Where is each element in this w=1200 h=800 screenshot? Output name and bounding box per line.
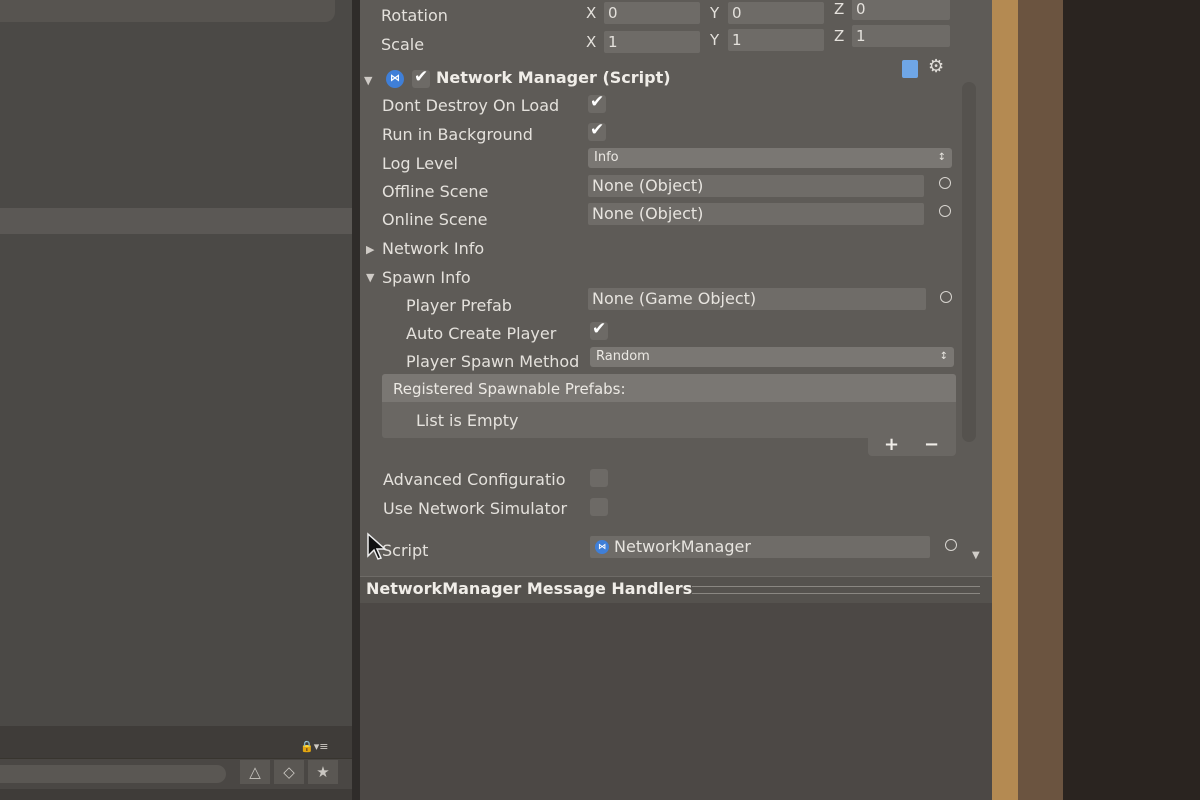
network-manager-icon: ⋈ <box>386 70 404 88</box>
rotation-y-axis-label[interactable]: Y <box>710 4 719 22</box>
spawn-info-foldout-icon[interactable]: ▼ <box>366 271 374 284</box>
filter-by-type-icon[interactable]: △ <box>240 760 270 784</box>
scene-view-edge <box>992 0 1018 800</box>
network-simulator-label: Use Network Simulator <box>383 499 568 518</box>
spawn-info-label[interactable]: Spawn Info <box>382 268 471 287</box>
log-level-value: Info <box>594 150 619 165</box>
run-background-checkbox[interactable] <box>588 120 606 141</box>
scale-y-axis-label[interactable]: Y <box>710 31 719 49</box>
dropdown-arrow-icon: ↕ <box>937 152 946 163</box>
auto-create-label: Auto Create Player <box>406 324 557 343</box>
help-book-icon[interactable] <box>902 60 918 78</box>
rotation-x-field[interactable]: 0 <box>604 2 700 24</box>
online-scene-field[interactable]: None (Object) <box>588 203 924 225</box>
dont-destroy-label: Dont Destroy On Load <box>382 96 560 115</box>
rotation-z-axis-label[interactable]: Z <box>834 0 844 18</box>
dont-destroy-checkbox[interactable] <box>588 92 606 113</box>
favorites-star-icon[interactable]: ★ <box>308 760 338 784</box>
lock-menu-icon[interactable]: 🔒▾≡ <box>300 740 328 753</box>
inspector-empty-area <box>360 600 992 800</box>
inspector-scrollbar[interactable] <box>962 82 976 442</box>
log-level-label: Log Level <box>382 154 458 173</box>
component-enabled-checkbox[interactable] <box>412 67 430 88</box>
spawn-method-value: Random <box>596 349 650 364</box>
list-empty-text: List is Empty <box>416 411 519 430</box>
rotation-y-field[interactable]: 0 <box>728 2 824 24</box>
scale-z-axis-label[interactable]: Z <box>834 27 844 45</box>
message-handlers-title: NetworkManager Message Handlers <box>366 579 693 598</box>
list-footer <box>868 434 956 456</box>
object-picker-icon[interactable] <box>940 291 952 303</box>
offline-scene-field[interactable]: None (Object) <box>588 175 924 197</box>
scale-y-field[interactable]: 1 <box>728 29 824 51</box>
object-picker-icon[interactable] <box>939 177 951 189</box>
panel-divider[interactable] <box>352 0 360 800</box>
component-title: Network Manager (Script) <box>436 68 671 87</box>
script-label: Script <box>382 541 429 560</box>
auto-create-checkbox[interactable] <box>590 319 608 340</box>
hierarchy-selected-row[interactable] <box>0 208 352 234</box>
script-field[interactable]: NetworkManager <box>590 536 930 558</box>
script-file-icon: ⋈ <box>595 540 609 554</box>
gear-icon[interactable]: ⚙ <box>928 56 944 77</box>
dropdown-arrow-icon: ↕ <box>939 351 948 362</box>
scale-x-field[interactable]: 1 <box>604 31 700 53</box>
background-wall <box>1063 0 1200 800</box>
player-prefab-label: Player Prefab <box>406 296 512 315</box>
network-simulator-checkbox[interactable] <box>590 498 608 516</box>
object-picker-icon[interactable] <box>939 205 951 217</box>
log-level-dropdown[interactable]: Info ↕ <box>588 148 952 168</box>
online-scene-label: Online Scene <box>382 210 488 229</box>
scroll-down-arrow-icon[interactable]: ▼ <box>972 550 980 561</box>
scale-x-axis-label[interactable]: X <box>586 33 596 51</box>
component-foldout-icon[interactable]: ▼ <box>364 74 372 87</box>
advanced-config-label: Advanced Configuratio <box>383 470 566 489</box>
filter-by-label-icon[interactable]: ◇ <box>274 760 304 784</box>
offline-scene-label: Offline Scene <box>382 182 489 201</box>
rotation-x-axis-label[interactable]: X <box>586 4 596 22</box>
mouse-cursor-icon <box>367 532 387 560</box>
hierarchy-search-bar[interactable] <box>0 0 335 22</box>
section-divider-line <box>692 586 980 594</box>
remove-element-button[interactable]: − <box>924 434 939 455</box>
advanced-config-checkbox[interactable] <box>590 469 608 487</box>
hierarchy-panel <box>0 0 352 800</box>
object-picker-icon[interactable] <box>945 539 957 551</box>
scale-z-field[interactable]: 1 <box>852 25 950 47</box>
spawn-method-label: Player Spawn Method <box>406 352 580 371</box>
scroll-up-arrow-icon[interactable] <box>962 0 976 14</box>
run-background-label: Run in Background <box>382 125 533 144</box>
network-info-foldout-icon[interactable]: ▶ <box>366 243 374 256</box>
spawnable-prefabs-title: Registered Spawnable Prefabs: <box>393 380 626 398</box>
spawn-method-dropdown[interactable]: Random ↕ <box>590 347 954 367</box>
scale-label: Scale <box>381 35 425 54</box>
network-info-label[interactable]: Network Info <box>382 239 484 258</box>
rotation-label: Rotation <box>381 6 448 25</box>
monitor-bezel <box>1018 0 1063 800</box>
player-prefab-field[interactable]: None (Game Object) <box>588 288 926 310</box>
add-element-button[interactable]: + <box>884 434 899 455</box>
project-search-input[interactable] <box>0 765 226 783</box>
rotation-z-field[interactable]: 0 <box>852 0 950 20</box>
